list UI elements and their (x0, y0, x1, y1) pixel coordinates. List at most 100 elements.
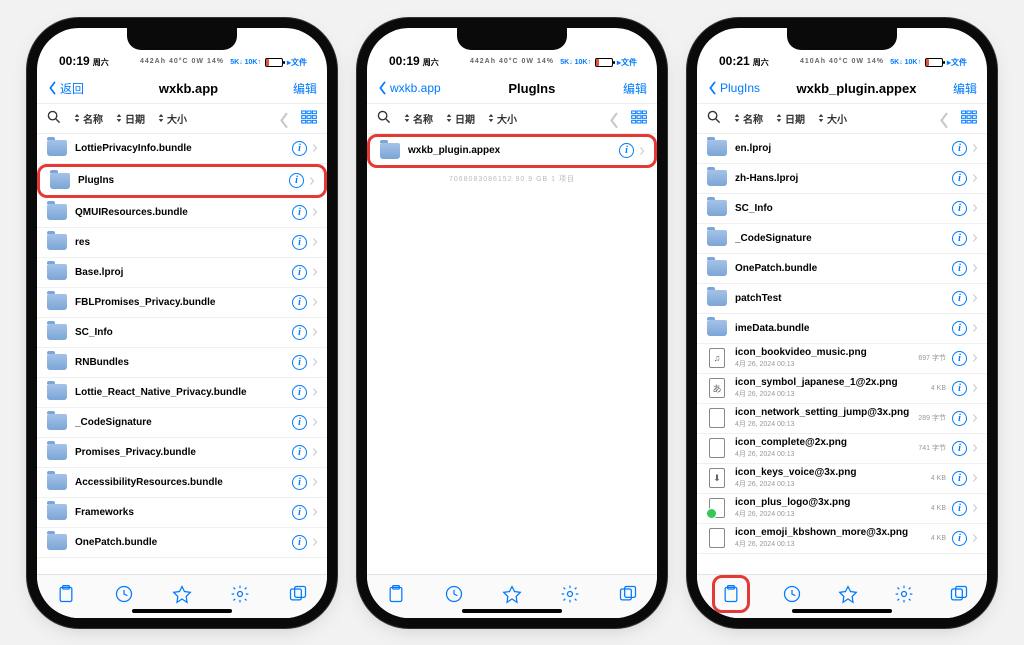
search-icon[interactable] (377, 110, 391, 127)
file-row[interactable]: patchTest i (697, 284, 987, 314)
info-icon[interactable]: i (952, 291, 967, 306)
collapse-icon[interactable] (609, 112, 619, 124)
tab-clip[interactable] (712, 575, 750, 613)
info-icon[interactable]: i (292, 475, 307, 490)
file-row[interactable]: icon_complete@2x.png 4月 26, 2024 00:13 7… (697, 434, 987, 464)
info-icon[interactable]: i (952, 471, 967, 486)
file-row[interactable]: Promises_Privacy.bundle i (37, 438, 327, 468)
file-row[interactable]: あ icon_symbol_japanese_1@2x.png 4月 26, 2… (697, 374, 987, 404)
file-row[interactable]: FBLPromises_Privacy.bundle i (37, 288, 327, 318)
file-row[interactable]: Frameworks i (37, 498, 327, 528)
info-icon[interactable]: i (952, 171, 967, 186)
file-row[interactable]: ⬇ icon_keys_voice@3x.png 4月 26, 2024 00:… (697, 464, 987, 494)
sort-size[interactable]: 大小 (487, 111, 517, 126)
grid-view-icon[interactable] (631, 110, 647, 127)
search-icon[interactable] (707, 110, 721, 127)
info-icon[interactable]: i (952, 141, 967, 156)
tab-star[interactable] (169, 581, 195, 607)
file-row[interactable]: ♫ icon_bookvideo_music.png 4月 26, 2024 0… (697, 344, 987, 374)
file-row[interactable]: imeData.bundle i (697, 314, 987, 344)
file-list[interactable]: en.lproj i zh-Hans.lproj i SC_Info i (697, 134, 987, 574)
tab-star[interactable] (835, 581, 861, 607)
file-row[interactable]: icon_emoji_kbshown_more@3x.png 4月 26, 20… (697, 524, 987, 554)
tab-gear[interactable] (227, 581, 253, 607)
file-list[interactable]: wxkb_plugin.appex i 7068083086152 90.9 G… (367, 134, 657, 574)
file-row[interactable]: QMUIResources.bundle i (37, 198, 327, 228)
file-row[interactable]: PlugIns i (37, 164, 327, 198)
tab-clock[interactable] (441, 581, 467, 607)
file-list[interactable]: LottiePrivacyInfo.bundle i PlugIns i QMU… (37, 134, 327, 574)
file-row[interactable]: zh-Hans.lproj i (697, 164, 987, 194)
file-row[interactable]: AccessibilityResources.bundle i (37, 468, 327, 498)
file-row[interactable]: RNBundles i (37, 348, 327, 378)
back-button[interactable]: 返回 (47, 80, 84, 97)
info-icon[interactable]: i (292, 505, 307, 520)
file-row[interactable]: icon_network_setting_jump@3x.png 4月 26, … (697, 404, 987, 434)
tab-clock[interactable] (779, 581, 805, 607)
sort-size[interactable]: 大小 (157, 111, 187, 126)
tab-wins[interactable] (285, 581, 311, 607)
info-icon[interactable]: i (292, 205, 307, 220)
sort-size[interactable]: 大小 (817, 111, 847, 126)
info-icon[interactable]: i (952, 261, 967, 276)
tab-star[interactable] (499, 581, 525, 607)
file-row[interactable]: OnePatch.bundle i (37, 528, 327, 558)
info-icon[interactable]: i (292, 325, 307, 340)
tab-gear[interactable] (891, 581, 917, 607)
collapse-icon[interactable] (939, 112, 949, 124)
info-icon[interactable]: i (952, 381, 967, 396)
file-row[interactable]: OnePatch.bundle i (697, 254, 987, 284)
info-icon[interactable]: i (952, 441, 967, 456)
edit-button[interactable]: 编辑 (623, 80, 647, 97)
info-icon[interactable]: i (952, 201, 967, 216)
file-row[interactable]: res i (37, 228, 327, 258)
search-icon[interactable] (47, 110, 61, 127)
info-icon[interactable]: i (292, 385, 307, 400)
file-row[interactable]: Lottie_React_Native_Privacy.bundle i (37, 378, 327, 408)
info-icon[interactable]: i (952, 501, 967, 516)
info-icon[interactable]: i (292, 535, 307, 550)
file-row[interactable]: en.lproj i (697, 134, 987, 164)
grid-view-icon[interactable] (301, 110, 317, 127)
edit-button[interactable]: 编辑 (953, 80, 977, 97)
grid-view-icon[interactable] (961, 110, 977, 127)
info-icon[interactable]: i (952, 531, 967, 546)
file-row[interactable]: icon_plus_logo@3x.png 4月 26, 2024 00:13 … (697, 494, 987, 524)
info-icon[interactable]: i (289, 173, 304, 188)
info-icon[interactable]: i (292, 295, 307, 310)
tab-gear[interactable] (557, 581, 583, 607)
info-icon[interactable]: i (292, 415, 307, 430)
collapse-icon[interactable] (279, 112, 289, 124)
sort-name[interactable]: 名称 (733, 111, 763, 126)
tab-clip[interactable] (53, 581, 79, 607)
info-icon[interactable]: i (952, 321, 967, 336)
file-row[interactable]: wxkb_plugin.appex i (367, 134, 657, 168)
file-row[interactable]: _CodeSignature i (697, 224, 987, 254)
file-row[interactable]: SC_Info i (37, 318, 327, 348)
info-icon[interactable]: i (292, 355, 307, 370)
info-icon[interactable]: i (952, 231, 967, 246)
file-row[interactable]: Base.lproj i (37, 258, 327, 288)
file-row[interactable]: _CodeSignature i (37, 408, 327, 438)
tab-wins[interactable] (946, 581, 972, 607)
sort-date[interactable]: 日期 (775, 111, 805, 126)
info-icon[interactable]: i (292, 141, 307, 156)
sort-date[interactable]: 日期 (445, 111, 475, 126)
info-icon[interactable]: i (619, 143, 634, 158)
tab-clock[interactable] (111, 581, 137, 607)
sort-date[interactable]: 日期 (115, 111, 145, 126)
info-icon[interactable]: i (292, 235, 307, 250)
file-row[interactable]: SC_Info i (697, 194, 987, 224)
file-row[interactable]: LottiePrivacyInfo.bundle i (37, 134, 327, 164)
tab-clip[interactable] (383, 581, 409, 607)
edit-button[interactable]: 编辑 (293, 80, 317, 97)
sort-name[interactable]: 名称 (403, 111, 433, 126)
info-icon[interactable]: i (952, 411, 967, 426)
tab-wins[interactable] (615, 581, 641, 607)
info-icon[interactable]: i (952, 351, 967, 366)
back-button[interactable]: PlugIns (707, 81, 760, 95)
back-button[interactable]: wxkb.app (377, 81, 441, 95)
sort-name[interactable]: 名称 (73, 111, 103, 126)
info-icon[interactable]: i (292, 445, 307, 460)
info-icon[interactable]: i (292, 265, 307, 280)
